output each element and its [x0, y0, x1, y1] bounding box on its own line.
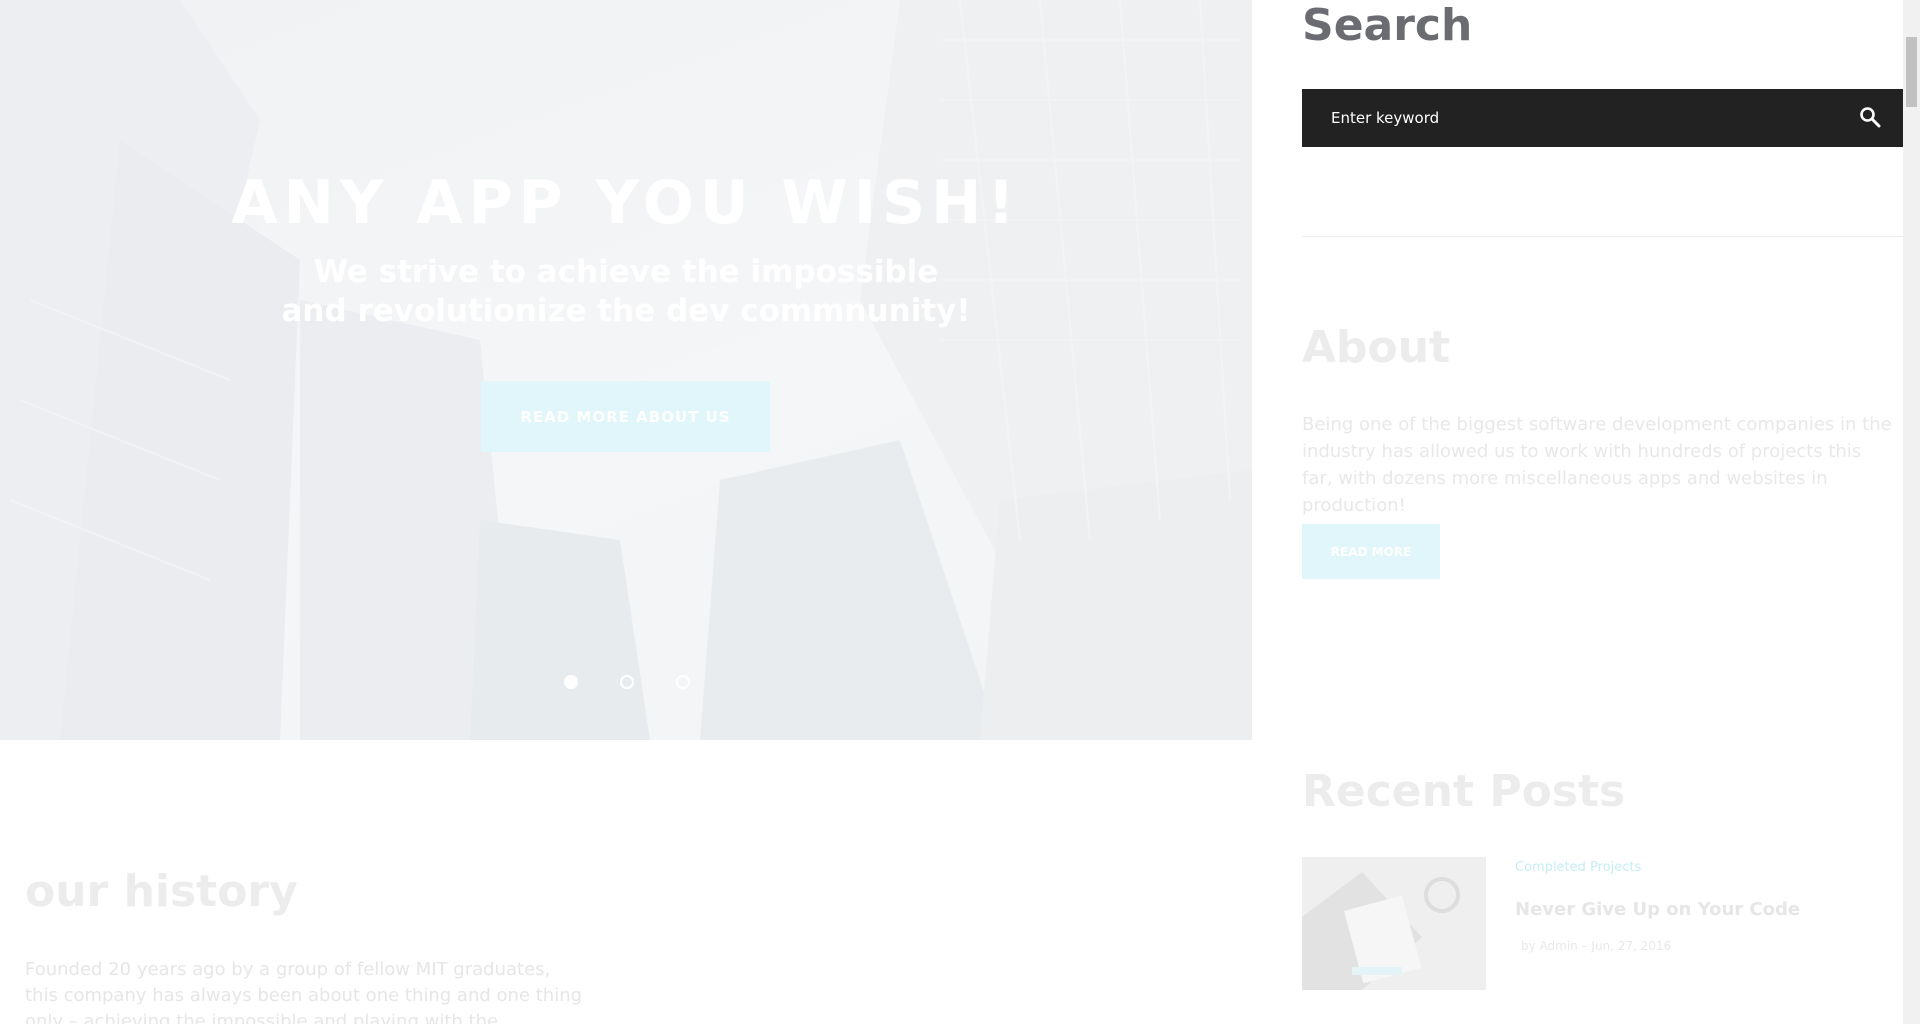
slider-dot-3[interactable]: [676, 675, 690, 689]
search-icon[interactable]: [1858, 105, 1882, 129]
post-meta: by Admin – Jun, 27, 2016: [1521, 939, 1672, 953]
about-read-more-button[interactable]: READ MORE: [1302, 524, 1440, 579]
read-more-about-us-button[interactable]: READ MORE ABOUT US: [481, 381, 770, 452]
history-text: Founded 20 years ago by a group of fello…: [25, 959, 583, 1024]
hero-title: ANY APP YOU WISH!: [231, 168, 1021, 238]
slider-pagination: [564, 675, 690, 689]
hero-overlay: [0, 0, 1252, 740]
recent-posts-title: Recent Posts: [1302, 766, 1626, 817]
hero-subtitle-line-2: and revolutionize the dev commnunity!: [281, 293, 971, 329]
sidebar: Search About Being one of the biggest so…: [1302, 0, 1903, 1024]
history-heading: our history: [25, 866, 298, 917]
scrollbar-thumb[interactable]: [1906, 37, 1917, 107]
hero-slider: ANY APP YOU WISH! We strive to achieve t…: [0, 0, 1252, 740]
about-widget-title: About: [1302, 322, 1451, 373]
post-thumbnail[interactable]: [1302, 857, 1486, 990]
sidebar-divider: [1302, 236, 1903, 237]
about-text: Being one of the biggest software develo…: [1302, 414, 1892, 516]
hero-subtitle-line-1: We strive to achieve the impossible: [313, 254, 939, 290]
post-title-link[interactable]: Never Give Up on Your Code: [1515, 899, 1800, 920]
search-input[interactable]: [1331, 109, 1831, 127]
slider-dot-2[interactable]: [620, 675, 634, 689]
search-form: [1302, 89, 1903, 147]
slider-dot-1[interactable]: [564, 675, 578, 689]
recent-post-item[interactable]: Completed Projects Never Give Up on Your…: [1302, 857, 1903, 991]
page-scrollbar[interactable]: [1903, 0, 1920, 1024]
post-category-link[interactable]: Completed Projects: [1515, 860, 1641, 875]
search-widget-title: Search: [1302, 0, 1473, 51]
